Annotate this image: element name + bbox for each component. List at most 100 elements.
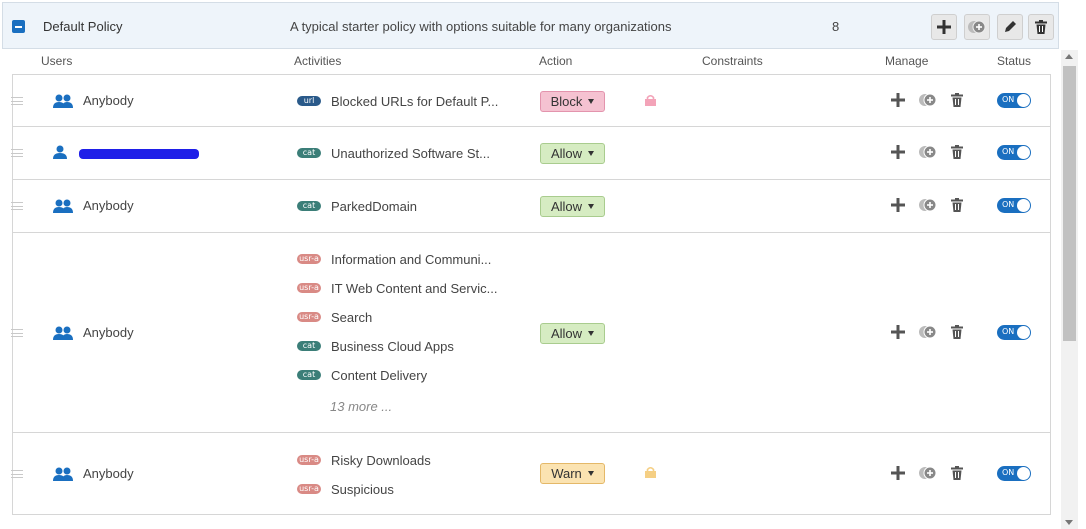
user-label: Anybody [83, 325, 134, 340]
manage-actions [891, 466, 963, 480]
collapse-icon[interactable] [12, 20, 25, 33]
toggle-knob [1017, 146, 1030, 159]
chevron-down-icon [588, 99, 595, 104]
clone-icon[interactable] [917, 466, 939, 480]
add-icon[interactable] [891, 325, 905, 339]
activity-label: Information and Communi... [331, 251, 492, 267]
table-row: cat Unauthorized Software St... Allow ON [11, 127, 1050, 180]
action-select[interactable]: Allow [540, 196, 605, 217]
status-toggle[interactable]: ON [997, 466, 1031, 481]
clone-icon[interactable] [917, 325, 939, 339]
toggle-label: ON [1002, 95, 1015, 104]
action-select[interactable]: Allow [540, 143, 605, 164]
action-value: Allow [550, 326, 583, 341]
rule-user[interactable]: Anybody [53, 466, 134, 481]
cat-tag-icon: cat [297, 148, 321, 158]
activity-item[interactable]: usr-a Suspicious [297, 480, 394, 498]
action-select[interactable]: Warn [540, 463, 605, 484]
status-toggle[interactable]: ON [997, 325, 1031, 340]
activity-item[interactable]: usr-a Risky Downloads [297, 451, 431, 469]
add-icon[interactable] [891, 145, 905, 159]
edit-policy-button[interactable] [997, 14, 1023, 40]
drag-handle-icon[interactable] [11, 97, 23, 105]
manage-actions [891, 198, 963, 212]
user-label: Anybody [83, 198, 134, 213]
action-value: Block [550, 94, 583, 109]
add-icon [937, 20, 951, 34]
activity-item[interactable]: cat Content Delivery [297, 366, 427, 384]
scroll-up-icon[interactable] [1065, 54, 1073, 59]
scroll-thumb[interactable] [1063, 66, 1076, 341]
table-row: Anybody cat ParkedDomain Allow ON [11, 180, 1050, 233]
rule-user[interactable]: Anybody [53, 93, 134, 108]
activity-item[interactable]: cat Business Cloud Apps [297, 337, 454, 355]
activity-label: Risky Downloads [331, 452, 431, 468]
cat-tag-icon: cat [297, 341, 321, 351]
activity-item[interactable]: usr-a IT Web Content and Servic... [297, 279, 497, 297]
delete-icon[interactable] [951, 325, 963, 339]
rule-user[interactable]: Anybody [53, 198, 134, 213]
redaction-mark [79, 149, 199, 159]
toggle-label: ON [1002, 200, 1015, 209]
add-icon[interactable] [891, 466, 905, 480]
lock-icon [645, 466, 656, 478]
drag-handle-icon[interactable] [11, 149, 23, 157]
cat-tag-icon: cat [297, 370, 321, 380]
rule-user[interactable]: Anybody [53, 325, 134, 340]
delete-policy-button[interactable] [1028, 14, 1054, 40]
toggle-knob [1017, 326, 1030, 339]
rule-user[interactable] [53, 145, 77, 159]
activity-item[interactable]: usr-a Search [297, 308, 372, 326]
activity-label: Content Delivery [331, 367, 428, 383]
policy-description: A typical starter policy with options su… [290, 19, 672, 34]
group-icon [53, 467, 73, 481]
chevron-down-icon [588, 204, 595, 209]
action-value: Allow [550, 146, 583, 161]
col-manage: Manage [885, 54, 929, 68]
activity-label: Unauthorized Software St... [331, 145, 490, 161]
chevron-down-icon [588, 331, 595, 336]
status-toggle[interactable]: ON [997, 198, 1031, 213]
column-header: Users Activities Action Constraints Mana… [0, 50, 1060, 74]
usr-tag-icon: usr-a [297, 455, 321, 465]
toggle-label: ON [1002, 147, 1015, 156]
drag-handle-icon[interactable] [11, 470, 23, 478]
action-select[interactable]: Allow [540, 323, 605, 344]
add-rule-button[interactable] [931, 14, 957, 40]
delete-icon[interactable] [951, 466, 963, 480]
activity-item[interactable]: cat ParkedDomain [297, 197, 417, 215]
chevron-down-icon [587, 471, 594, 476]
drag-handle-icon[interactable] [11, 202, 23, 210]
clone-icon[interactable] [917, 145, 939, 159]
col-status: Status [997, 54, 1032, 68]
col-users: Users [41, 54, 73, 68]
user-icon [53, 145, 67, 159]
activity-item[interactable]: cat Unauthorized Software St... [297, 144, 490, 162]
usr-tag-icon: usr-a [297, 484, 321, 494]
table-row: Anybody usr-a Information and Communi...… [11, 233, 1050, 433]
more-activities-link[interactable]: 13 more ... [330, 399, 392, 414]
clone-policy-button[interactable] [964, 14, 990, 40]
activity-item[interactable]: usr-a Information and Communi... [297, 250, 491, 268]
status-toggle[interactable]: ON [997, 93, 1031, 108]
delete-icon[interactable] [951, 93, 963, 107]
usr-tag-icon: usr-a [297, 312, 321, 322]
action-select[interactable]: Block [540, 91, 605, 112]
drag-handle-icon[interactable] [11, 329, 23, 337]
vertical-scrollbar[interactable] [1061, 50, 1078, 529]
usr-tag-icon: usr-a [297, 254, 321, 264]
scroll-down-icon[interactable] [1065, 520, 1073, 525]
activity-item[interactable]: url Blocked URLs for Default P... [297, 92, 498, 110]
add-icon[interactable] [891, 198, 905, 212]
action-value: Allow [550, 199, 583, 214]
clone-icon[interactable] [917, 198, 939, 212]
status-toggle[interactable]: ON [997, 145, 1031, 160]
clone-icon[interactable] [917, 93, 939, 107]
toggle-label: ON [1002, 468, 1015, 477]
policy-header: Default Policy A typical starter policy … [2, 2, 1059, 49]
table-row: Anybody url Blocked URLs for Default P..… [11, 74, 1050, 127]
add-icon[interactable] [891, 93, 905, 107]
delete-icon[interactable] [951, 198, 963, 212]
action-value: Warn [551, 466, 582, 481]
delete-icon[interactable] [951, 145, 963, 159]
